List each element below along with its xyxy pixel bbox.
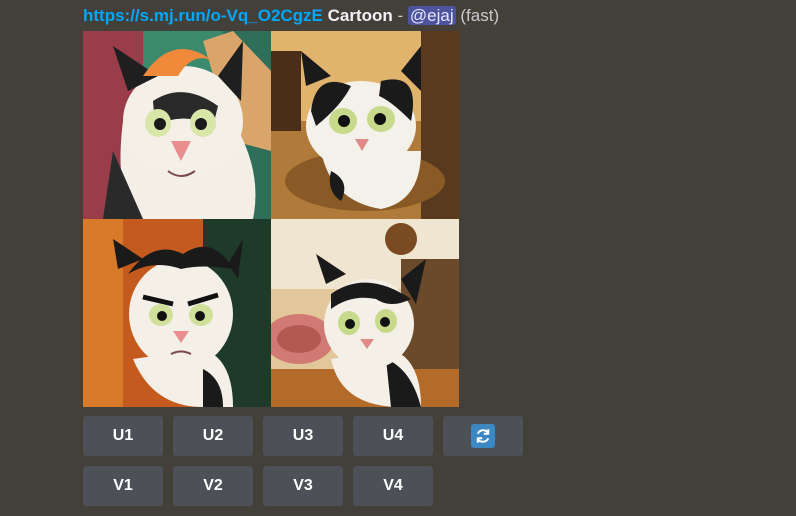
variation-button-2[interactable]: V2 [173, 466, 253, 506]
upscale-button-2[interactable]: U2 [173, 416, 253, 456]
separator: - [392, 6, 408, 25]
cat-image-1-icon [83, 31, 271, 219]
variation-button-4[interactable]: V4 [353, 466, 433, 506]
variation-button-3[interactable]: V3 [263, 466, 343, 506]
grid-image-1[interactable] [83, 31, 271, 219]
image-grid[interactable] [83, 31, 459, 407]
prompt-link[interactable]: https://s.mj.run/o-Vq_O2CgzE [83, 6, 323, 25]
upscale-button-3[interactable]: U3 [263, 416, 343, 456]
prompt-text: Cartoon [327, 6, 393, 25]
cat-image-3-icon [83, 219, 271, 407]
upscale-button-row: U1 U2 U3 U4 [83, 416, 523, 456]
upscale-button-4[interactable]: U4 [353, 416, 433, 456]
message-header: https://s.mj.run/o-Vq_O2CgzE Cartoon - @… [83, 4, 499, 28]
user-mention[interactable]: @ejaj [407, 6, 456, 25]
reroll-button[interactable] [443, 416, 523, 456]
upscale-button-1[interactable]: U1 [83, 416, 163, 456]
cat-image-4-icon [271, 219, 459, 407]
refresh-icon [471, 424, 495, 448]
speed-label: (fast) [460, 6, 500, 25]
cat-image-2-icon [271, 31, 459, 219]
variation-button-1[interactable]: V1 [83, 466, 163, 506]
grid-image-4[interactable] [271, 219, 459, 407]
grid-image-3[interactable] [83, 219, 271, 407]
variation-button-row: V1 V2 V3 V4 [83, 466, 433, 506]
grid-image-2[interactable] [271, 31, 459, 219]
